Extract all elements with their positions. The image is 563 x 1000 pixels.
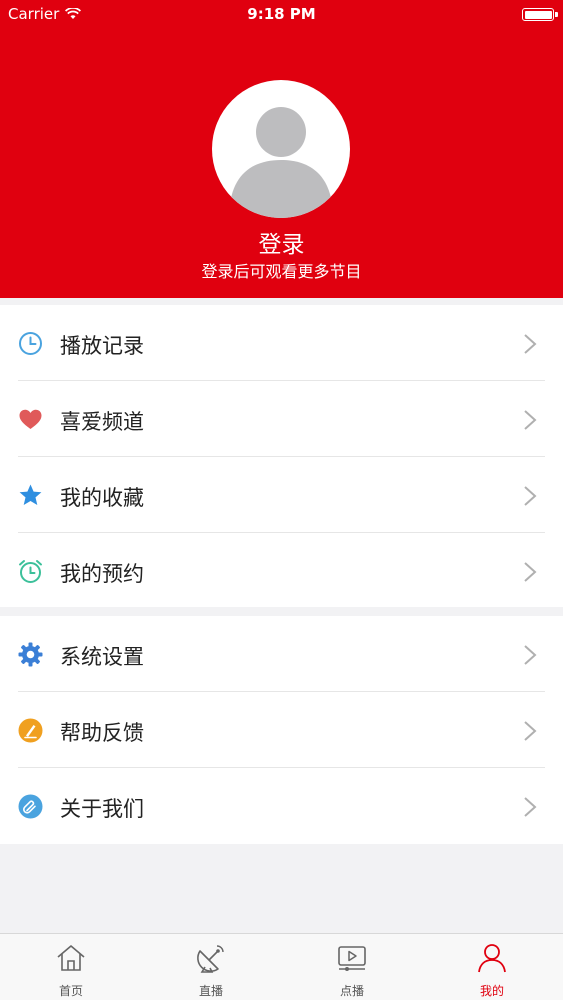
chevron-right-icon (524, 797, 537, 817)
tab-label: 点播 (339, 984, 364, 998)
menu-item-favorite-channels[interactable]: 喜爱频道 (0, 381, 563, 457)
user-icon (478, 944, 506, 973)
tab-home[interactable]: 首页 (31, 934, 111, 1000)
profile-header: Carrier 9:18 PM 登录 登录后可观看更多节目 (0, 0, 563, 298)
menu-item-my-reservations[interactable]: 我的预约 (0, 533, 563, 609)
menu-item-system-settings[interactable]: 系统设置 (0, 616, 563, 692)
chevron-right-icon (524, 562, 537, 582)
menu-item-play-history[interactable]: 播放记录 (0, 305, 563, 381)
login-subtitle: 登录后可观看更多节目 (201, 262, 362, 281)
video-play-icon (338, 946, 366, 971)
menu-item-about-us[interactable]: 关于我们 (0, 768, 563, 844)
chevron-right-icon (524, 721, 537, 741)
chevron-right-icon (524, 334, 537, 354)
tab-label: 首页 (58, 984, 83, 998)
status-time: 9:18 PM (247, 5, 316, 23)
tab-label: 我的 (479, 984, 504, 998)
satellite-dish-icon (197, 945, 224, 973)
status-bar: Carrier 9:18 PM (0, 0, 563, 30)
menu-item-help-feedback[interactable]: 帮助反馈 (0, 692, 563, 768)
tab-mine[interactable]: 我的 (452, 934, 532, 1000)
tab-label: 直播 (198, 984, 223, 998)
login-button[interactable]: 登录 (0, 225, 563, 259)
avatar[interactable] (212, 80, 350, 218)
chevron-right-icon (524, 410, 537, 430)
menu-item-label: 系统设置 (60, 645, 144, 669)
menu-item-label: 播放记录 (60, 334, 144, 358)
menu-item-label: 我的收藏 (60, 486, 144, 510)
menu-group-media: 播放记录 喜爱频道 我的收藏 我的预约 (0, 305, 563, 607)
menu-item-label: 喜爱频道 (60, 410, 144, 434)
battery-icon (522, 8, 558, 21)
star-icon (19, 484, 42, 505)
menu-item-label: 关于我们 (60, 797, 144, 821)
menu-group-settings: 系统设置 帮助反馈 关于我们 (0, 616, 563, 844)
default-avatar-icon (229, 107, 333, 218)
menu-item-label: 我的预约 (60, 562, 144, 586)
chevron-right-icon (524, 486, 537, 506)
tab-live[interactable]: 直播 (171, 934, 251, 1000)
clock-icon (19, 332, 42, 355)
menu-item-my-collection[interactable]: 我的收藏 (0, 457, 563, 533)
home-icon (57, 945, 85, 971)
gear-icon (18, 642, 43, 667)
pencil-icon (18, 718, 43, 743)
heart-icon (19, 409, 42, 429)
paperclip-icon (18, 794, 43, 819)
chevron-right-icon (524, 645, 537, 665)
alarm-clock-icon (19, 560, 42, 583)
tab-on-demand[interactable]: 点播 (312, 934, 392, 1000)
tab-bar: 首页 直播 点播 我的 (0, 933, 563, 1000)
menu-item-label: 帮助反馈 (60, 721, 144, 745)
